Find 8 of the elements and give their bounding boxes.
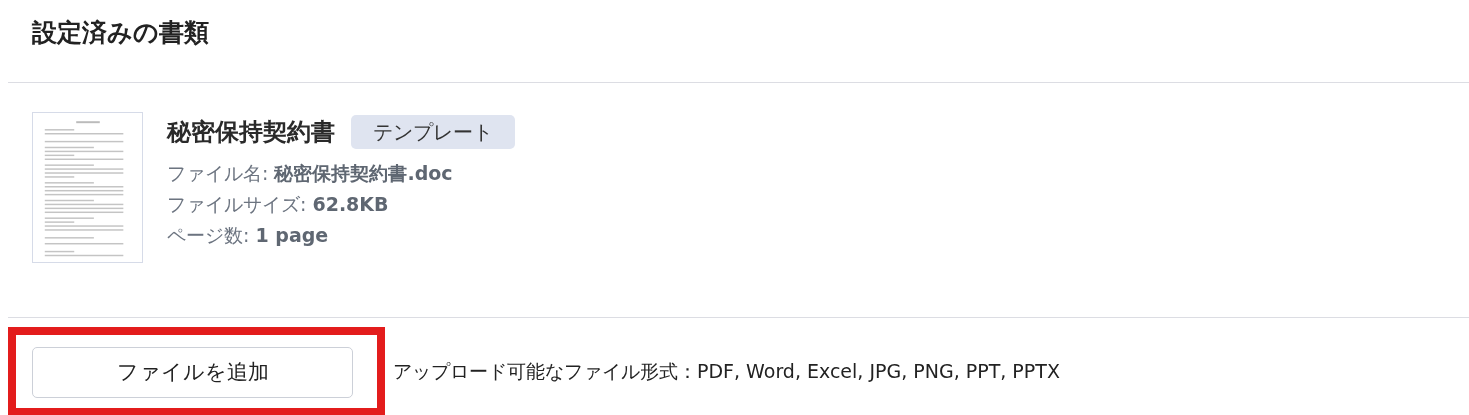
file-detail: ファイルサイズ: 62.8KB <box>167 192 390 217</box>
add-file-button[interactable]: ファイルを追加 <box>32 347 353 398</box>
upload-formats-note: アップロード可能なファイル形式：PDF, Word, Excel, JPG, PNG, PPT, PPTX <box>393 359 1060 385</box>
file-detail: ページ数: 1 page <box>167 223 330 248</box>
document-title: 秘密保持契約書 <box>167 117 335 148</box>
file-detail: ファイル名: 秘密保持契約書.doc <box>167 161 454 186</box>
section-title: 設定済みの書類 <box>31 17 210 49</box>
template-tag: テンプレート <box>351 115 515 149</box>
